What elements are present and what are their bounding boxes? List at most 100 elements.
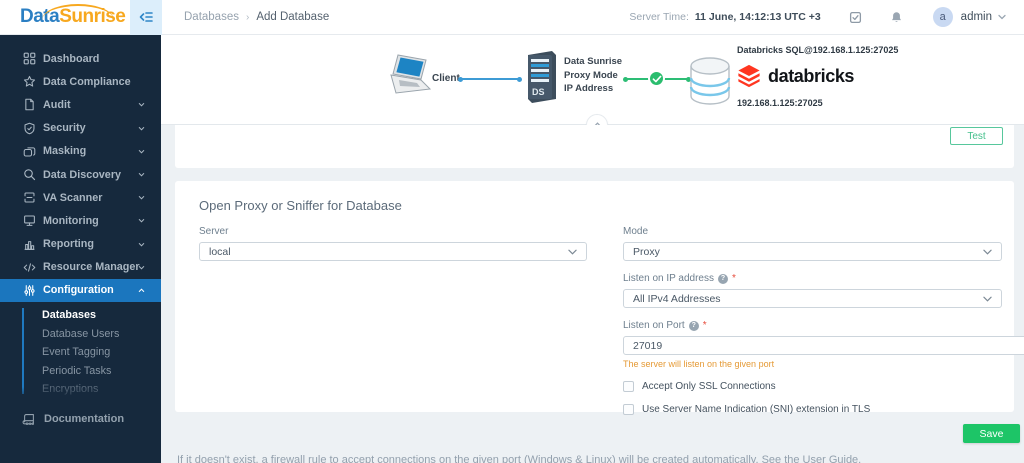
tasks-icon[interactable] bbox=[849, 11, 862, 24]
sidebar-item-dashboard[interactable]: Dashboard bbox=[0, 47, 161, 70]
document-icon bbox=[22, 98, 36, 111]
chevron-down-icon bbox=[568, 249, 577, 255]
sidebar-item-data-compliance[interactable]: Data Compliance bbox=[0, 70, 161, 93]
chevron-down-icon bbox=[138, 172, 145, 177]
sidebar-item-resource-manager[interactable]: Resource Manager bbox=[0, 256, 161, 279]
code-icon bbox=[22, 261, 36, 274]
sidebar-collapse-button[interactable] bbox=[130, 0, 162, 35]
outdent-icon bbox=[138, 9, 154, 25]
listen-port-field-group: Listen on Port ? * 27019 The server will… bbox=[623, 320, 1024, 369]
submenu-item-databases[interactable]: Databases bbox=[0, 306, 161, 325]
mode-field-group: Mode Proxy bbox=[623, 226, 1002, 261]
chevron-down-icon[interactable] bbox=[998, 14, 1006, 20]
connection-ok-check-icon bbox=[648, 70, 665, 87]
connection-card: Test bbox=[175, 125, 1014, 168]
proxy-form-card: Open Proxy or Sniffer for Database Serve… bbox=[175, 181, 1024, 415]
form-title: Open Proxy or Sniffer for Database bbox=[199, 198, 402, 213]
chevron-down-icon bbox=[138, 102, 145, 107]
sidebar-item-data-discovery[interactable]: Data Discovery bbox=[0, 163, 161, 186]
save-button[interactable]: Save bbox=[963, 424, 1020, 443]
sidebar-item-label: Masking bbox=[43, 145, 87, 158]
sidebar-item-label: Reporting bbox=[43, 238, 94, 251]
logo-text-data: Data bbox=[20, 6, 60, 27]
sliders-icon bbox=[22, 284, 36, 297]
proxy-label-line1: Data Sunrise bbox=[564, 56, 623, 67]
scanner-icon bbox=[22, 191, 36, 204]
required-asterisk: * bbox=[732, 273, 736, 284]
sidebar: Dashboard Data Compliance Audit Security… bbox=[0, 35, 161, 463]
sidebar-item-configuration[interactable]: Configuration bbox=[0, 278, 161, 303]
sidebar-item-label: Data Compliance bbox=[43, 75, 131, 88]
checkbox-unchecked-icon[interactable] bbox=[623, 381, 634, 392]
server-select-value: local bbox=[209, 245, 231, 258]
svg-text:DOC: DOC bbox=[26, 422, 34, 426]
chevron-down-icon bbox=[138, 126, 145, 131]
listen-port-value: 27019 bbox=[633, 339, 663, 352]
server-field-group: Server local bbox=[199, 226, 587, 261]
sidebar-item-label: Dashboard bbox=[43, 52, 100, 65]
chevron-down-icon bbox=[138, 218, 145, 223]
mode-select[interactable]: Proxy bbox=[623, 242, 1002, 261]
proxy-labels: Data Sunrise Proxy Mode IP Address bbox=[564, 55, 622, 96]
sidebar-item-label: Configuration bbox=[43, 284, 114, 297]
test-button[interactable]: Test bbox=[950, 127, 1003, 145]
form-column-left: Server local bbox=[199, 226, 587, 273]
checkbox-unchecked-icon[interactable] bbox=[623, 404, 634, 415]
sidebar-item-monitoring[interactable]: Monitoring bbox=[0, 209, 161, 232]
client-laptop-icon bbox=[386, 53, 434, 102]
server-label: Server bbox=[199, 226, 229, 237]
submenu-item-periodic-tasks[interactable]: Periodic Tasks bbox=[0, 362, 161, 381]
user-menu[interactable]: admin bbox=[961, 11, 992, 23]
user-avatar[interactable]: a bbox=[932, 7, 953, 27]
app-window: Data Sunrise Databases › Add Database Ser… bbox=[0, 0, 1024, 463]
ssl-only-checkbox-row[interactable]: Accept Only SSL Connections bbox=[623, 381, 1002, 392]
chevron-down-icon bbox=[983, 249, 992, 255]
bar-chart-icon bbox=[22, 238, 36, 251]
chevron-up-icon bbox=[138, 288, 145, 293]
datasunrise-logo[interactable]: Data Sunrise bbox=[0, 4, 130, 28]
sni-checkbox-row[interactable]: Use Server Name Indication (SNI) extensi… bbox=[623, 404, 1002, 415]
main-content: Client DS Data Sunrise Proxy Mode IP Add… bbox=[161, 35, 1024, 463]
sidebar-item-reporting[interactable]: Reporting bbox=[0, 233, 161, 256]
header: Data Sunrise Databases › Add Database Ser… bbox=[0, 0, 1024, 35]
client-label: Client bbox=[432, 73, 460, 84]
database-address: 192.168.1.125:27025 bbox=[737, 98, 823, 108]
bell-icon[interactable] bbox=[890, 11, 903, 24]
port-hint-text: The server will listen on the given port bbox=[623, 359, 775, 369]
grid-icon bbox=[22, 52, 36, 65]
listen-ip-select[interactable]: All IPv4 Addresses bbox=[623, 289, 1002, 308]
mode-select-value: Proxy bbox=[633, 245, 660, 258]
footer-note-clipped: If it doesn't exist, a firewall rule to … bbox=[177, 454, 862, 463]
connection-diagram: Client DS Data Sunrise Proxy Mode IP Add… bbox=[161, 35, 1024, 124]
database-info: Databricks SQL@192.168.1.125:27025 datab… bbox=[737, 45, 898, 108]
sidebar-nav: Dashboard Data Compliance Audit Security… bbox=[0, 47, 161, 406]
sidebar-item-label: Monitoring bbox=[43, 214, 99, 227]
proxy-label-line2: Proxy Mode bbox=[564, 69, 618, 81]
sidebar-item-va-scanner[interactable]: VA Scanner bbox=[0, 186, 161, 209]
form-column-right: Mode Proxy Listen on IP address ? * All … bbox=[623, 226, 1024, 415]
sidebar-item-masking[interactable]: Masking bbox=[0, 140, 161, 163]
help-icon[interactable]: ? bbox=[718, 273, 728, 284]
sidebar-item-audit[interactable]: Audit bbox=[0, 93, 161, 116]
shield-icon bbox=[22, 122, 36, 135]
help-icon[interactable]: ? bbox=[688, 320, 699, 331]
sidebar-item-security[interactable]: Security bbox=[0, 117, 161, 140]
server-select[interactable]: local bbox=[199, 242, 587, 261]
breadcrumb-databases[interactable]: Databases bbox=[184, 11, 239, 23]
databricks-wordmark: databricks bbox=[768, 65, 855, 86]
chevron-down-icon bbox=[138, 149, 145, 154]
ssl-only-checkbox-label: Accept Only SSL Connections bbox=[642, 381, 776, 392]
mode-label: Mode bbox=[623, 226, 649, 237]
listen-port-input[interactable]: 27019 bbox=[623, 336, 1024, 355]
listen-port-label: Listen on Port ? * bbox=[623, 320, 707, 331]
database-title: Databricks SQL@192.168.1.125:27025 bbox=[737, 45, 899, 55]
sidebar-item-label: Documentation bbox=[44, 413, 125, 425]
monitor-icon bbox=[22, 214, 36, 227]
submenu-item-event-tagging[interactable]: Event Tagging bbox=[0, 343, 161, 362]
submenu-item-encryptions[interactable]: Encryptions bbox=[0, 380, 161, 399]
chevron-down-icon bbox=[983, 296, 992, 302]
breadcrumb-separator: › bbox=[245, 11, 250, 23]
sidebar-item-documentation[interactable]: DOC Documentation bbox=[0, 407, 161, 431]
breadcrumb-current: Add Database bbox=[256, 11, 330, 23]
submenu-item-database-users[interactable]: Database Users bbox=[0, 325, 161, 344]
